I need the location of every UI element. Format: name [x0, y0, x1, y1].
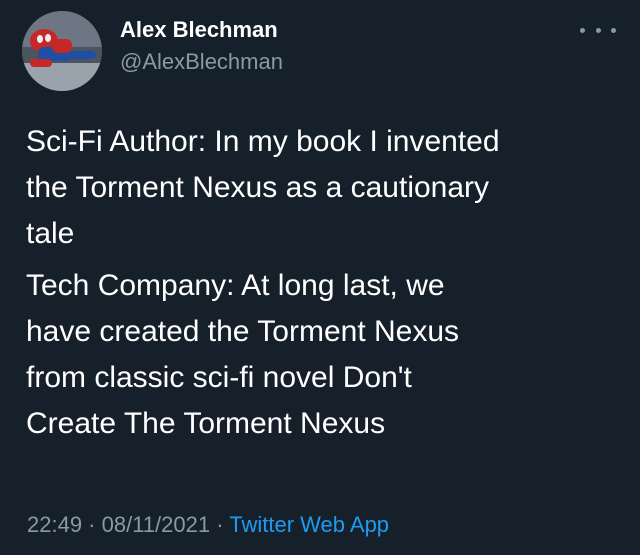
meta-separator: · — [210, 512, 230, 537]
tweet-time[interactable]: 22:49 — [27, 512, 82, 537]
avatar[interactable] — [22, 11, 102, 91]
tweet-text: Sci-Fi Author: In my book I invented the… — [26, 119, 616, 447]
author-handle[interactable]: @AlexBlechman — [120, 48, 283, 76]
tweet-source-link[interactable]: Twitter Web App — [229, 512, 389, 537]
more-dot — [595, 27, 601, 33]
more-dot — [611, 27, 616, 33]
tweet-metadata: 22:49 · 08/11/2021 · Twitter Web App — [27, 510, 389, 540]
spider-man-avatar-icon — [22, 11, 102, 91]
tweet-card: Alex Blechman @AlexBlechman Sci-Fi Autho… — [0, 0, 640, 555]
meta-separator: · — [82, 512, 102, 537]
tweet-paragraph: Tech Company: At long last, we have crea… — [26, 269, 460, 440]
more-options-icon[interactable] — [580, 20, 616, 40]
tweet-date[interactable]: 08/11/2021 — [102, 512, 210, 537]
author-display-name[interactable]: Alex Blechman — [120, 16, 278, 44]
more-dot — [580, 27, 585, 33]
tweet-paragraph: Sci-Fi Author: In my book I invented the… — [26, 125, 500, 250]
